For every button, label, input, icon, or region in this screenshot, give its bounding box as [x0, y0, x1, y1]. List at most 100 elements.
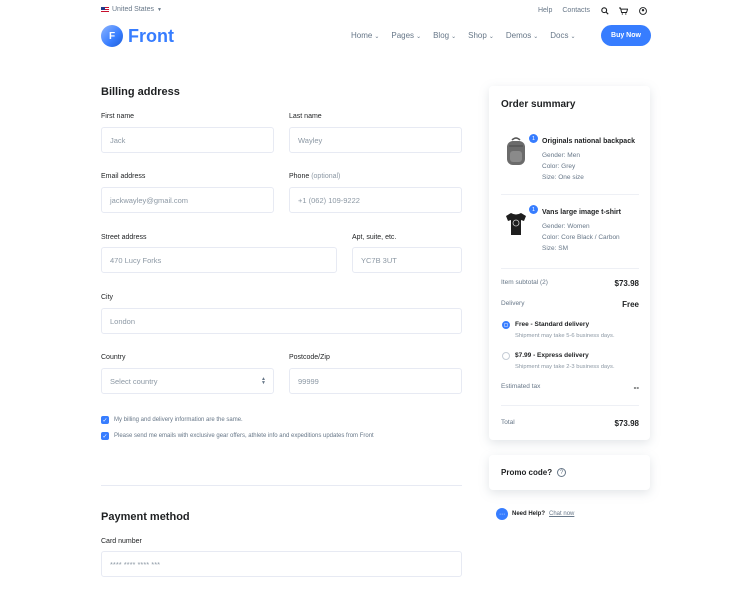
- language-selector[interactable]: United States ▼: [101, 6, 162, 13]
- country-label: Country: [101, 354, 126, 361]
- subtotal-row: Item subtotal (2) $73.98: [501, 279, 639, 288]
- chat-now-link[interactable]: Chat now: [549, 511, 574, 517]
- email-label: Email address: [101, 173, 146, 180]
- total-value: $73.98: [614, 419, 639, 428]
- order-summary-title: Order summary: [501, 99, 576, 110]
- contacts-link[interactable]: Contacts: [562, 7, 590, 14]
- country-select[interactable]: Select country ▲ ▼: [101, 368, 274, 394]
- item-name[interactable]: Vans large image t-shirt: [542, 209, 621, 216]
- billing-title: Billing address: [101, 86, 180, 98]
- subtotal-value: $73.98: [614, 279, 639, 288]
- us-flag-icon: [101, 6, 109, 13]
- quantity-badge: 1: [529, 205, 538, 214]
- nav-label: Shop: [468, 31, 487, 40]
- first-name-input[interactable]: Jack: [101, 127, 274, 153]
- phone-optional: (optional): [311, 173, 341, 180]
- top-bar: United States ▼ Help Contacts: [0, 0, 750, 22]
- delivery-label: Delivery: [501, 300, 525, 307]
- item-attribute: Gender: Men: [542, 152, 580, 159]
- apt-input[interactable]: YC7B 3UT: [352, 247, 462, 273]
- promo-code-label: Promo code?: [501, 468, 553, 477]
- nav-item-docs[interactable]: Docs ⌄: [550, 31, 575, 40]
- postcode-input[interactable]: 99999: [289, 368, 462, 394]
- delivery-option-title[interactable]: $7.99 - Express delivery: [515, 352, 589, 359]
- first-name-label: First name: [101, 113, 135, 120]
- cart-icon[interactable]: [619, 6, 628, 15]
- total-divider: [501, 405, 639, 406]
- select-arrows-icon: ▲ ▼: [261, 376, 266, 386]
- subtotal-label: Item subtotal (2): [501, 279, 548, 286]
- nav-label: Demos: [505, 31, 532, 40]
- order-item: 1 Originals national backpack Gender: Me…: [501, 134, 639, 192]
- nav-item-demos[interactable]: Demos ⌄: [506, 31, 538, 40]
- payment-title: Payment method: [101, 511, 190, 523]
- email-offers-label: Please send me emails with exclusive gea…: [114, 433, 374, 439]
- chevron-down-icon: ⌄: [416, 34, 422, 40]
- total-row: Total $73.98: [501, 419, 639, 428]
- tax-value: --: [633, 383, 639, 392]
- street-label: Street address: [101, 234, 147, 241]
- city-input[interactable]: London: [101, 308, 462, 334]
- main-nav: Home ⌄ Pages ⌄ Blog ⌄ Shop ⌄ Demos ⌄ Docs ⌄: [351, 31, 576, 40]
- nav-item-pages[interactable]: Pages ⌄: [391, 31, 421, 40]
- delivery-value: Free: [622, 300, 639, 309]
- country-select-value: Select country: [110, 376, 158, 386]
- postcode-label: Postcode/Zip: [289, 354, 330, 361]
- phone-label-text: Phone: [289, 173, 310, 180]
- chevron-down-icon: ▼: [157, 6, 162, 13]
- express-delivery-radio[interactable]: [502, 352, 510, 360]
- item-attribute: Color: Grey: [542, 163, 576, 170]
- tshirt-image: [506, 213, 526, 235]
- order-item: 1 Vans large image t-shirt Gender: Women…: [501, 205, 639, 263]
- checkmark-icon: ✓: [101, 432, 109, 440]
- standard-delivery-radio[interactable]: [502, 321, 510, 329]
- phone-input[interactable]: +1 (062) 109-9222: [289, 187, 462, 213]
- promo-code-card[interactable]: Promo code? ?: [489, 455, 650, 490]
- quantity-badge: 1: [529, 134, 538, 143]
- last-name-input[interactable]: Wayley: [289, 127, 462, 153]
- same-address-checkbox[interactable]: ✓ My billing and delivery information ar…: [101, 416, 243, 424]
- chat-bubble-icon[interactable]: ⋯: [496, 508, 508, 520]
- item-attribute: Size: One size: [542, 174, 584, 181]
- language-label: United States: [112, 6, 155, 13]
- top-links: Help Contacts: [538, 6, 647, 15]
- backpack-image: [507, 137, 525, 165]
- item-attribute: Gender: Women: [542, 223, 590, 230]
- city-label: City: [101, 294, 114, 301]
- order-summary-card: Order summary 1 Originals national backp…: [489, 86, 650, 440]
- delivery-row: Delivery Free: [501, 300, 639, 309]
- delivery-option-title[interactable]: Free - Standard delivery: [515, 321, 589, 328]
- total-label: Total: [501, 419, 515, 426]
- help-link[interactable]: Help: [538, 7, 552, 14]
- item-attribute: Size: SM: [542, 245, 569, 252]
- nav-item-blog[interactable]: Blog ⌄: [433, 31, 456, 40]
- main-header: F Front Home ⌄ Pages ⌄ Blog ⌄ Shop ⌄ Demos ⌄ …: [0, 22, 750, 52]
- email-offers-checkbox[interactable]: ✓ Please send me emails with exclusive g…: [101, 432, 374, 440]
- nav-label: Home: [351, 31, 373, 40]
- chevron-down-icon: ⌄: [533, 34, 539, 40]
- nav-item-shop[interactable]: Shop ⌄: [468, 31, 494, 40]
- buy-now-button[interactable]: Buy Now: [601, 25, 651, 46]
- item-divider: [501, 268, 639, 269]
- section-divider: [101, 485, 462, 486]
- nav-item-home[interactable]: Home ⌄: [351, 31, 379, 40]
- item-attribute: Color: Core Black / Carbon: [542, 234, 620, 241]
- street-input[interactable]: 470 Lucy Forks: [101, 247, 337, 273]
- question-icon: ?: [557, 468, 567, 477]
- nav-label: Blog: [433, 31, 450, 40]
- search-icon[interactable]: [600, 6, 609, 15]
- chevron-down-icon: ⌄: [570, 34, 576, 40]
- chevron-down-icon: ⌄: [451, 34, 457, 40]
- tax-label: Estimated tax: [501, 383, 541, 390]
- email-input[interactable]: jackwayley@gmail.com: [101, 187, 274, 213]
- logo[interactable]: F Front: [101, 25, 174, 47]
- card-number-label: Card number: [101, 538, 142, 545]
- logo-text: Front: [128, 25, 174, 46]
- chevron-down-icon: ⌄: [488, 34, 494, 40]
- item-divider: [501, 194, 639, 195]
- checkmark-icon: ✓: [101, 416, 109, 424]
- item-name[interactable]: Originals national backpack: [542, 138, 635, 145]
- card-number-input[interactable]: **** **** **** ***: [101, 551, 462, 577]
- account-icon[interactable]: [638, 6, 647, 15]
- need-help-label: Need Help?: [512, 511, 546, 517]
